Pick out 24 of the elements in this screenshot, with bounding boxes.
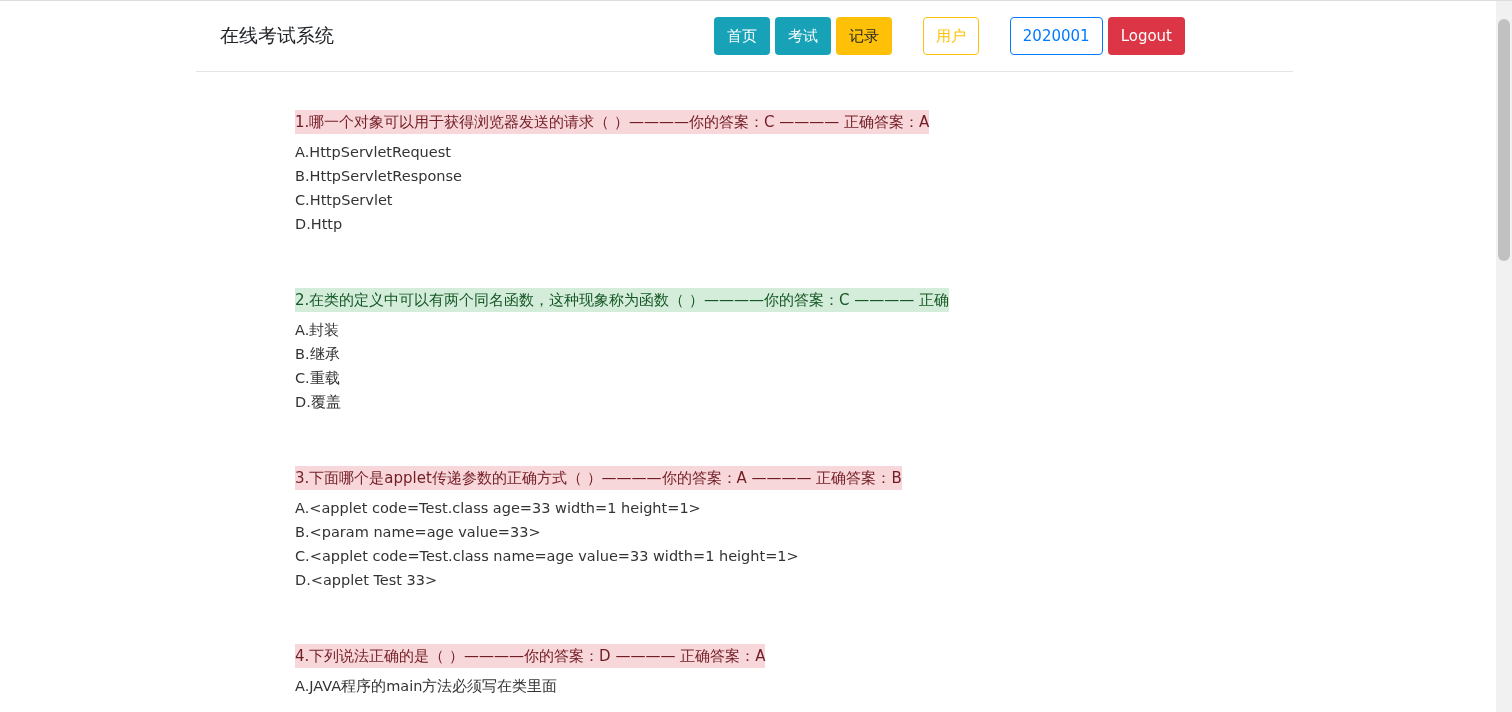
answer-option: C.<applet code=Test.class name=age value=33 width=1 height=1> <box>295 544 1496 568</box>
question-header: 3.下面哪个是applet传递参数的正确方式（ ）————你的答案：A ———— 正确答案：B <box>295 466 902 490</box>
nav-button[interactable]: Logout <box>1107 17 1185 55</box>
site-title: 在线考试系统 <box>220 23 335 48</box>
answer-option: A.<applet code=Test.class age=33 width=1 height=1> <box>295 496 1496 520</box>
answer-option: B.HttpServletResponse <box>295 164 1496 188</box>
nav-button[interactable]: 考试 <box>774 17 831 55</box>
nav-button[interactable]: 记录 <box>835 17 892 55</box>
answer-option: A.封装 <box>295 318 1496 342</box>
nav-button[interactable]: 首页 <box>713 17 770 55</box>
answer-option: A.JAVA程序的main方法必须写在类里面 <box>295 674 1496 698</box>
question-header: 4.下列说法正确的是（ ）————你的答案：D ———— 正确答案：A <box>295 644 766 668</box>
answer-option: D.Http <box>295 212 1496 236</box>
answer-option: D.<applet Test 33> <box>295 568 1496 592</box>
answer-option: B.继承 <box>295 342 1496 366</box>
answer-option: A.HttpServletRequest <box>295 140 1496 164</box>
question-header: 2.在类的定义中可以有两个同名函数，这种现象称为函数（ ）————你的答案：C ———— 正确 <box>295 288 950 312</box>
question-header: 1.哪一个对象可以用于获得浏览器发送的请求（ ）————你的答案：C ———— 正确答案：A <box>295 110 930 134</box>
scrollbar[interactable] <box>1496 1 1512 712</box>
answer-option: D.覆盖 <box>295 390 1496 414</box>
answer-option: B.<param name=age value=33> <box>295 520 1496 544</box>
nav-button[interactable]: 2020001 <box>1009 17 1103 55</box>
answer-option: C.重载 <box>295 366 1496 390</box>
answer-option: C.HttpServlet <box>295 188 1496 212</box>
